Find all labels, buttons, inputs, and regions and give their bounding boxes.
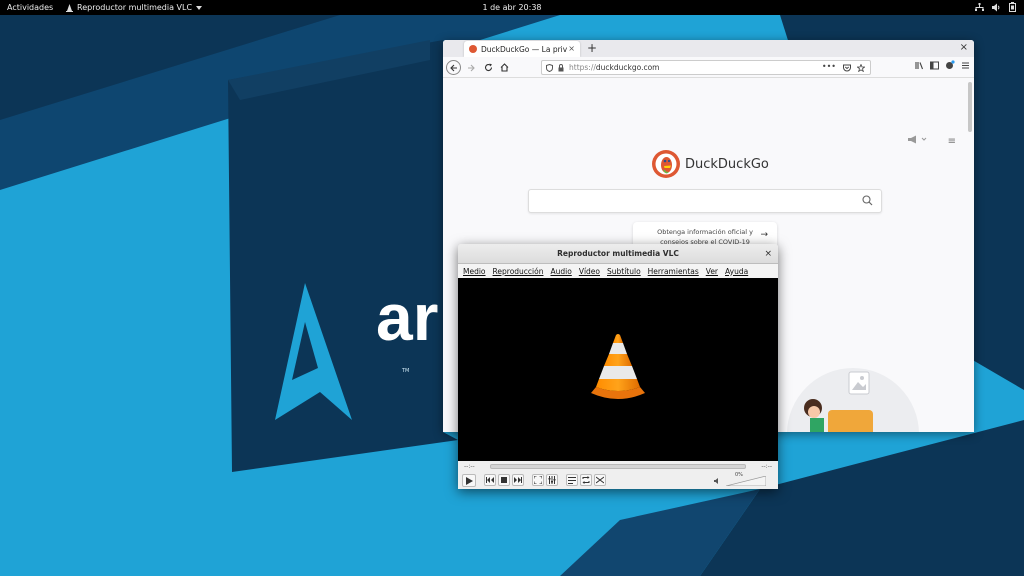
extended-settings-icon <box>548 476 556 484</box>
system-tray[interactable] <box>975 2 1016 12</box>
next-button[interactable] <box>512 474 524 486</box>
arrow-right-icon: → <box>760 230 768 240</box>
vlc-title: Reproductor multimedia VLC <box>557 249 679 258</box>
back-button[interactable] <box>446 60 461 75</box>
playback-controls: 0% <box>458 472 778 489</box>
back-icon <box>449 64 457 71</box>
library-icon[interactable] <box>915 61 924 70</box>
forward-icon <box>467 64 475 71</box>
menu-ayuda[interactable]: Ayuda <box>725 267 748 276</box>
covid-line-1: Obtenga información oficial y <box>657 228 753 236</box>
shield-icon <box>546 63 553 72</box>
loop-icon <box>582 476 590 484</box>
close-tab-icon[interactable]: × <box>568 44 575 53</box>
stop-button[interactable] <box>498 474 510 486</box>
shuffle-icon <box>596 476 604 484</box>
ddg-illustration <box>787 368 919 432</box>
vlc-titlebar[interactable]: Reproductor multimedia VLC × <box>458 244 778 264</box>
app-menu-label: Reproductor multimedia VLC <box>77 3 193 12</box>
wallpaper-trademark: TM <box>401 368 409 374</box>
app-menu-button[interactable]: Reproductor multimedia VLC <box>66 3 203 12</box>
play-icon <box>465 476 473 485</box>
url-text: https://duckduckgo.com <box>569 63 659 72</box>
home-button[interactable] <box>497 60 512 75</box>
seek-slider[interactable] <box>490 464 746 469</box>
fullscreen-icon <box>534 476 542 484</box>
tab-title: DuckDuckGo — La privacidad, simplificada… <box>481 44 567 54</box>
play-button[interactable] <box>462 474 476 487</box>
brand-name: DuckDuckGo <box>685 156 769 172</box>
chevron-down-icon <box>196 5 203 10</box>
home-icon <box>500 63 509 72</box>
previous-icon <box>486 477 494 483</box>
vlc-cone-icon <box>591 334 645 399</box>
tab-bar: DuckDuckGo — La privacidad, simplificada… <box>443 40 974 57</box>
top-bar: Actividades Reproductor multimedia VLC 1… <box>0 0 1024 15</box>
close-window-icon[interactable]: × <box>764 244 772 264</box>
tab-duckduckgo[interactable]: DuckDuckGo — La privacidad, simplificada… <box>464 41 580 57</box>
url-protocol: https:// <box>569 63 596 72</box>
vlc-app-icon <box>66 3 73 12</box>
megaphone-icon[interactable] <box>907 135 929 144</box>
duckduckgo-favicon-icon <box>469 45 477 53</box>
reload-icon <box>484 63 493 71</box>
ddg-menu-icon[interactable]: ≡ <box>948 136 956 147</box>
battery-icon <box>1009 2 1016 12</box>
forward-button[interactable] <box>463 60 478 75</box>
new-tab-icon[interactable]: + <box>587 41 597 55</box>
clock[interactable]: 1 de abr 20:38 <box>482 3 541 12</box>
loop-button[interactable] <box>580 474 592 486</box>
pocket-icon[interactable] <box>843 64 851 72</box>
playlist-icon <box>568 476 576 484</box>
search-icon[interactable] <box>862 195 873 206</box>
extension-icon[interactable] <box>945 60 955 70</box>
menu-audio[interactable]: Audio <box>550 267 571 276</box>
scrollbar[interactable] <box>968 82 972 132</box>
vlc-window: Reproductor multimedia VLC × Medio Repro… <box>458 244 778 489</box>
elapsed-time: --:-- <box>464 463 475 470</box>
stop-icon <box>501 477 507 483</box>
page-actions-icon[interactable]: ••• <box>822 62 836 71</box>
search-input[interactable] <box>528 189 882 213</box>
playlist-button[interactable] <box>566 474 578 486</box>
extended-settings-button[interactable] <box>546 474 558 486</box>
vlc-menubar: Medio Reproducción Audio Vídeo Subtítulo… <box>458 264 778 278</box>
shuffle-button[interactable] <box>594 474 606 486</box>
sidebar-icon[interactable] <box>930 61 939 70</box>
url-bar[interactable]: https://duckduckgo.com ••• <box>541 60 871 75</box>
total-time: --:-- <box>761 463 772 470</box>
menu-ver[interactable]: Ver <box>706 267 718 276</box>
close-window-icon[interactable]: × <box>960 42 968 53</box>
menu-reproduccion[interactable]: Reproducción <box>493 267 544 276</box>
menu-video[interactable]: Vídeo <box>579 267 600 276</box>
network-icon <box>975 2 984 11</box>
navigation-bar: https://duckduckgo.com ••• <box>443 57 974 78</box>
fullscreen-button[interactable] <box>532 474 544 486</box>
volume-control[interactable]: 0% <box>714 472 766 487</box>
url-host: duckduckgo.com <box>595 63 660 72</box>
volume-icon <box>992 3 1000 11</box>
menu-subtitulo[interactable]: Subtítulo <box>607 267 641 276</box>
video-area[interactable] <box>458 278 778 461</box>
volume-slider[interactable] <box>726 476 766 486</box>
duckduckgo-logo[interactable]: DuckDuckGo <box>652 150 769 178</box>
wallpaper-logo-text: ar <box>376 280 438 354</box>
hamburger-menu-icon[interactable] <box>961 61 970 70</box>
reload-button[interactable] <box>481 60 496 75</box>
previous-button[interactable] <box>484 474 496 486</box>
bookmark-star-icon[interactable] <box>857 64 865 72</box>
menu-herramientas[interactable]: Herramientas <box>648 267 699 276</box>
activities-button[interactable]: Actividades <box>7 3 53 12</box>
menu-medio[interactable]: Medio <box>463 267 486 276</box>
next-icon <box>514 477 522 483</box>
duckduckgo-duck-icon <box>652 150 680 178</box>
lock-icon <box>558 63 564 71</box>
speaker-icon[interactable] <box>714 478 720 484</box>
